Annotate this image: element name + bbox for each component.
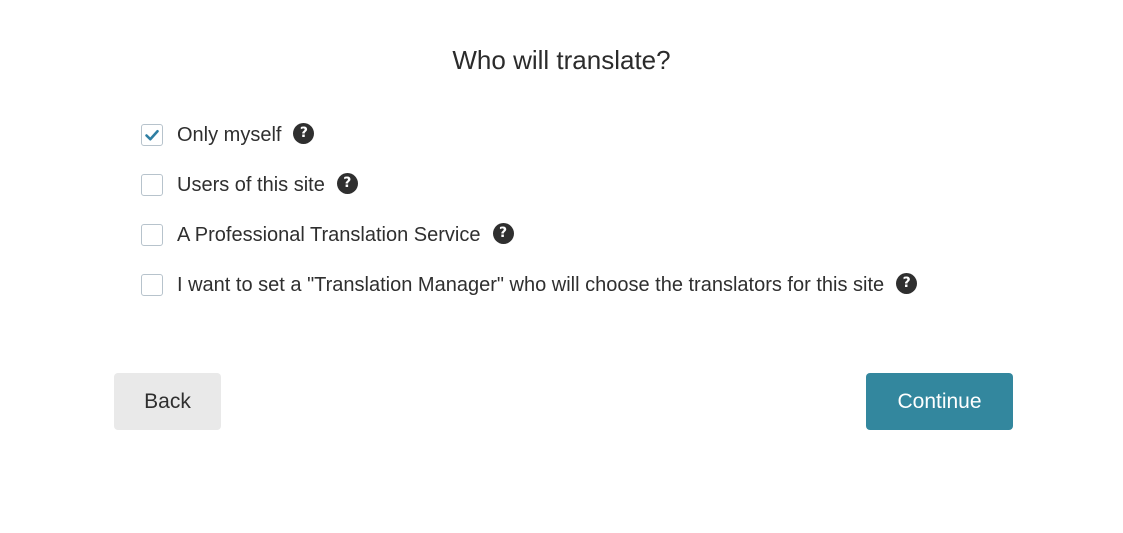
translator-options: Only myself ? Users of this site ? A Pro… [141,118,918,318]
only-myself-checkbox[interactable] [141,124,163,146]
checkmark-icon [145,129,159,141]
help-icon[interactable]: ? [492,222,514,244]
option-label: I want to set a "Translation Manager" wh… [177,274,885,296]
option-users-of-site[interactable]: Users of this site ? [141,168,917,202]
option-only-myself[interactable]: Only myself ? [141,118,917,152]
help-icon[interactable]: ? [336,172,358,194]
professional-service-checkbox[interactable] [141,224,163,246]
help-icon[interactable]: ? [896,272,918,294]
users-of-site-checkbox[interactable] [141,174,163,196]
page-title: Who will translate? [452,45,671,75]
continue-button[interactable]: Continue [866,373,1013,430]
option-professional-service[interactable]: A Professional Translation Service ? [141,218,917,252]
help-icon[interactable]: ? [293,122,315,144]
option-label: Only myself [177,124,282,146]
back-button[interactable]: Back [114,373,221,430]
option-label: A Professional Translation Service [177,224,481,246]
option-label: Users of this site [177,174,325,196]
translation-manager-checkbox[interactable] [141,274,163,296]
option-translation-manager[interactable]: I want to set a "Translation Manager" wh… [141,268,918,302]
